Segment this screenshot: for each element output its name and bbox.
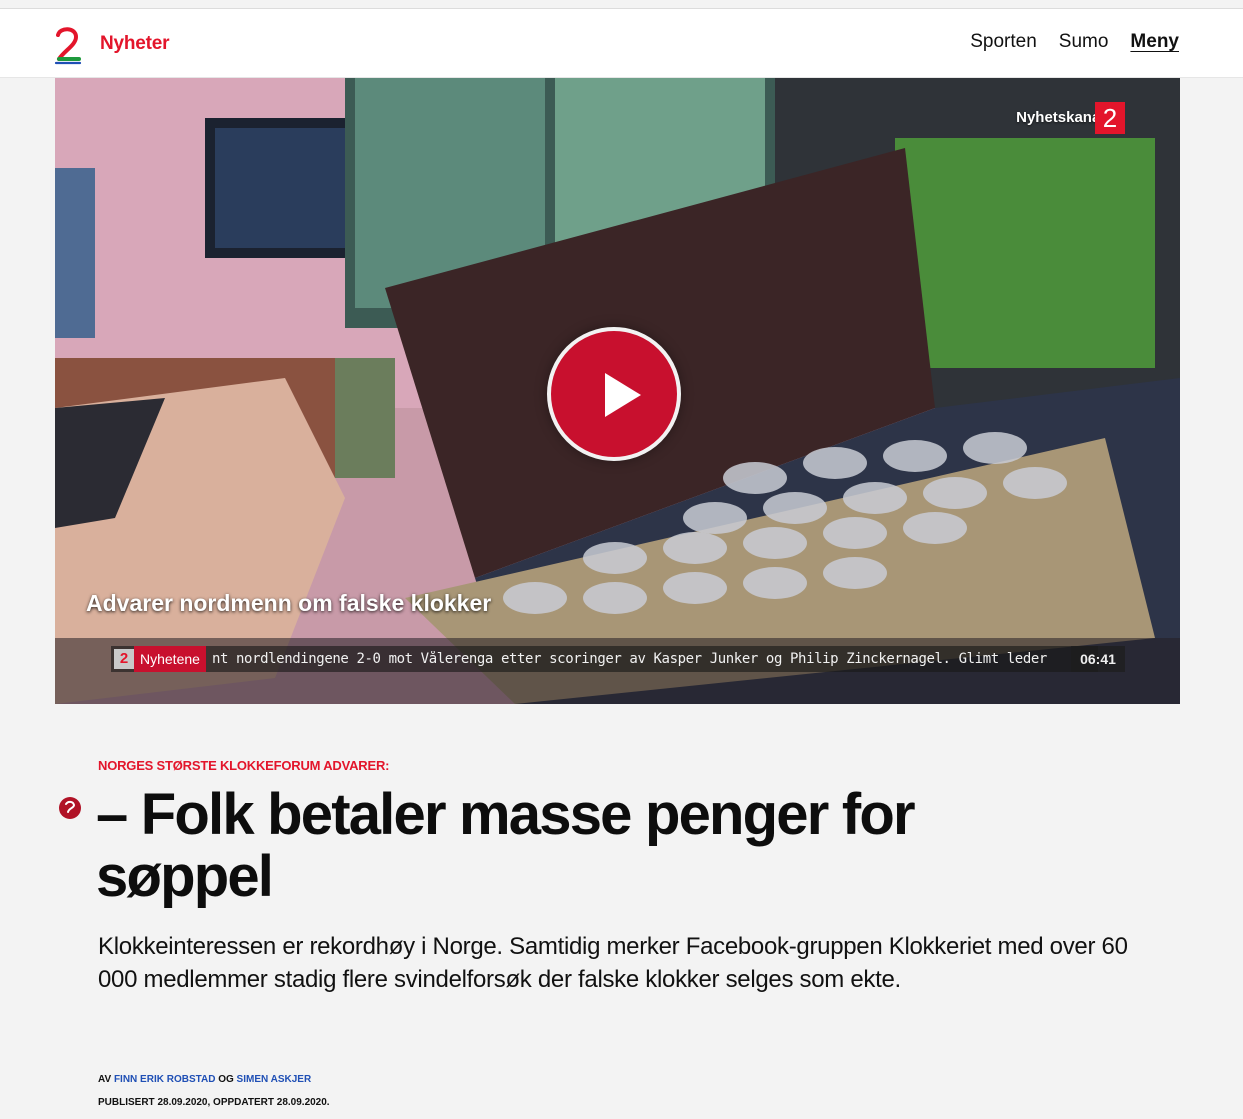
tv2-logo-icon[interactable] [52,25,84,65]
ticker-text: nt nordlendingene 2-0 mot Vålerenga ette… [211,651,1047,667]
play-icon [605,373,641,417]
news-ticker: 2 Nyhetene nt nordlendingene 2-0 mot Vål… [111,646,1098,672]
video-title: Advarer nordmenn om falske klokker [86,590,492,616]
channel-badge-icon: 2 [1095,102,1125,134]
opinion-badge-icon [59,797,81,819]
video-duration: 06:41 [1071,646,1125,672]
byline-prefix: AV [98,1074,112,1085]
menu-button[interactable]: Meny [1130,31,1179,53]
published-date: PUBLISERT 28.09.2020, OPPDATERT 28.09.20… [98,1097,330,1108]
main-nav: Sporten Sumo Meny [970,31,1179,53]
ticker-label: Nyhetene [134,646,206,672]
byline-joiner: OG [218,1074,234,1085]
article-lead: Klokkeinteressen er rekordhøy i Norge. S… [98,933,1128,993]
byline: AV FINN ERIK ROBSTAD OG SIMEN ASKJER [98,1074,311,1085]
nav-sumo-link[interactable]: Sumo [1059,31,1109,53]
article-kicker: NORGES STØRSTE KLOKKEFORUM ADVARER: [98,758,390,773]
author-link-2[interactable]: SIMEN ASKJER [237,1074,312,1085]
video-player[interactable]: Nyhetskanalen 2 Advarer nordmenn om fals… [55,78,1180,704]
brand-link[interactable]: Nyheter [100,33,170,55]
play-button[interactable] [547,327,681,461]
site-header: Nyheter Sporten Sumo Meny [0,9,1243,78]
nav-sporten-link[interactable]: Sporten [970,31,1037,53]
article-headline: – Folk betaler masse penger for søppel [96,782,916,909]
author-link-1[interactable]: FINN ERIK ROBSTAD [114,1074,215,1085]
ticker-logo-icon: 2 [114,649,134,669]
